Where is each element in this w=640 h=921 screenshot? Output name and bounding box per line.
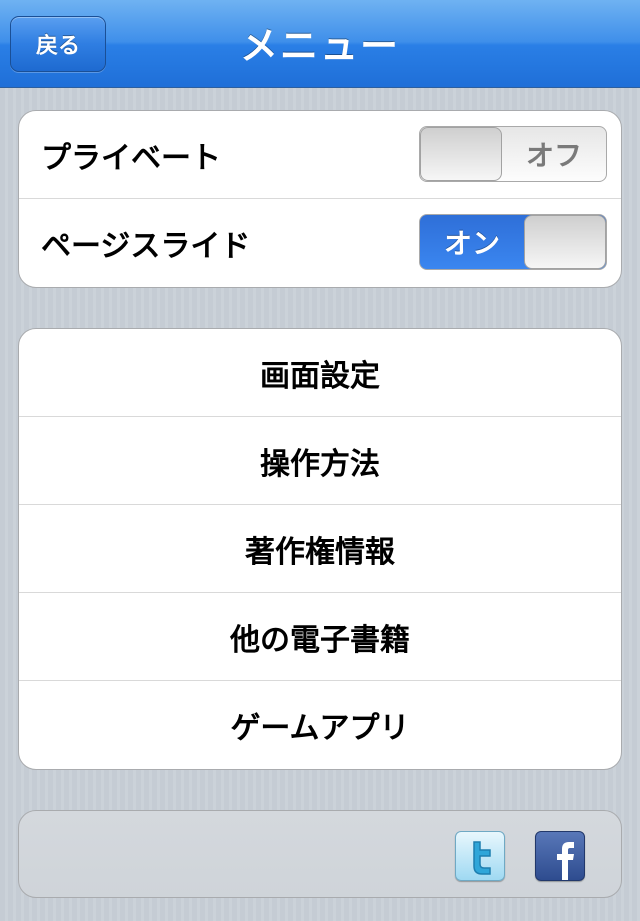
menu-item-game-apps[interactable]: ゲームアプリ: [19, 681, 621, 769]
toggle-state-text: オン: [443, 227, 500, 260]
page-slide-setting-row: ページスライド オン: [19, 199, 621, 287]
private-label: プライベート: [41, 140, 221, 176]
menu-item-label: ゲームアプリ: [230, 711, 410, 746]
facebook-icon[interactable]: [535, 831, 585, 881]
menu-item-display-settings[interactable]: 画面設定: [19, 329, 621, 417]
private-setting-row: プライベート オフ: [19, 111, 621, 199]
menu-item-label: 操作方法: [260, 446, 380, 482]
page-title: メニュー: [239, 23, 400, 68]
toggle-knob: [420, 127, 502, 181]
toggle-knob: [524, 215, 606, 269]
settings-group: プライベート オフ ページスライド オン: [18, 110, 622, 288]
menu-item-how-to-use[interactable]: 操作方法: [19, 417, 621, 505]
page-slide-label: ページスライド: [41, 229, 251, 264]
menu-item-label: 画面設定: [260, 358, 380, 394]
menu-item-other-ebooks[interactable]: 他の電子書籍: [19, 593, 621, 681]
navigation-bar: 戻る メニュー: [0, 0, 640, 88]
menu-item-label: 他の電子書籍: [230, 622, 410, 658]
private-toggle[interactable]: オフ: [419, 126, 607, 182]
menu-group: 画面設定 操作方法 著作権情報 他の電子書籍 ゲームアプリ: [18, 328, 622, 770]
page-slide-toggle[interactable]: オン: [419, 214, 607, 270]
menu-item-label: 著作権情報: [245, 534, 395, 570]
toggle-state-text: オフ: [525, 139, 582, 172]
menu-item-copyright[interactable]: 著作権情報: [19, 505, 621, 593]
twitter-icon[interactable]: [455, 831, 505, 881]
social-footer: [18, 810, 622, 898]
